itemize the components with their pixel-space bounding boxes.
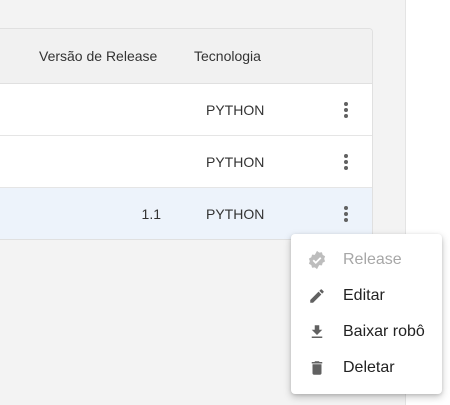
table-row[interactable]: PYTHON — [0, 84, 372, 136]
row-actions-button[interactable] — [331, 95, 361, 125]
menu-item-label: Editar — [343, 287, 385, 304]
row-actions-button[interactable] — [331, 147, 361, 177]
table-row-selected[interactable]: 1.1 PYTHON — [0, 188, 372, 239]
menu-item-label: Baixar robô — [343, 323, 425, 340]
cell-technology: PYTHON — [206, 102, 265, 118]
menu-item-release[interactable]: Release — [291, 242, 442, 278]
check-seal-icon — [307, 250, 327, 270]
more-vertical-icon — [344, 206, 348, 222]
download-icon — [307, 322, 327, 342]
menu-item-edit[interactable]: Editar — [291, 278, 442, 314]
pencil-icon — [307, 286, 327, 306]
cell-technology: PYTHON — [206, 154, 265, 170]
menu-item-label: Release — [343, 251, 402, 268]
menu-item-delete[interactable]: Deletar — [291, 350, 442, 386]
more-vertical-icon — [344, 102, 348, 118]
column-header-technology[interactable]: Tecnologia — [194, 29, 261, 84]
cell-version: 1.1 — [141, 206, 161, 222]
more-vertical-icon — [344, 154, 348, 170]
row-actions-menu: Release Editar Baixar robô Deletar — [291, 234, 442, 394]
cell-technology: PYTHON — [206, 206, 265, 222]
row-actions-button[interactable] — [331, 199, 361, 229]
trash-icon — [307, 358, 327, 378]
table-row[interactable]: PYTHON — [0, 136, 372, 188]
robots-table: Versão de Release Tecnologia PYTHON PYTH… — [0, 28, 373, 240]
menu-item-download[interactable]: Baixar robô — [291, 314, 442, 350]
menu-item-label: Deletar — [343, 359, 395, 376]
column-header-version[interactable]: Versão de Release — [39, 29, 157, 84]
table-header: Versão de Release Tecnologia — [0, 29, 372, 84]
